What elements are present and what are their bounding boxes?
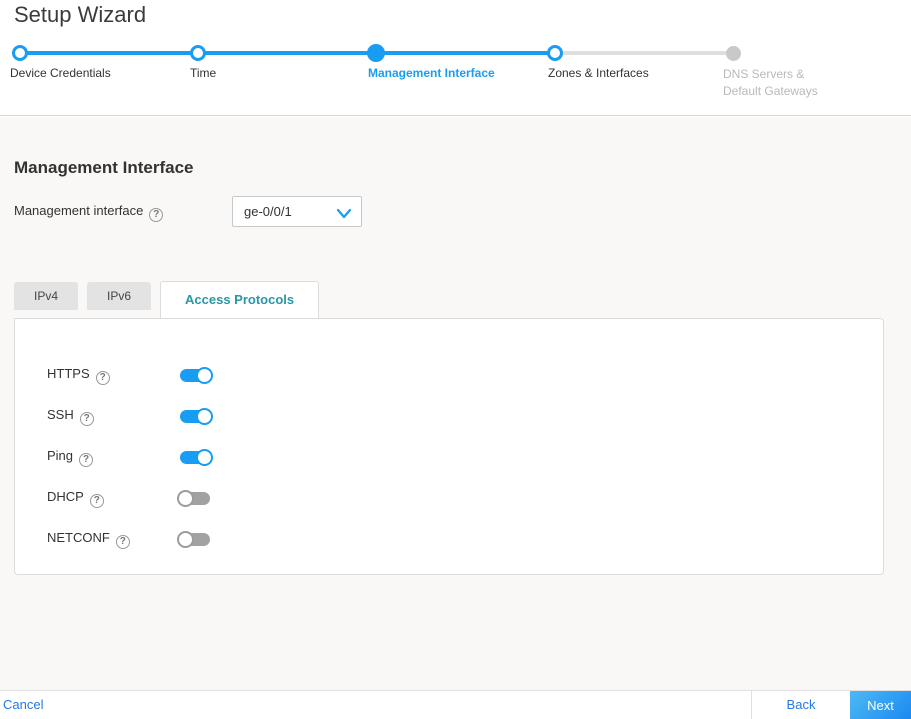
next-button[interactable]: Next: [850, 691, 911, 719]
cancel-button[interactable]: Cancel: [3, 697, 43, 712]
step-dot-management-interface[interactable]: [367, 44, 385, 62]
dhcp-toggle[interactable]: [180, 492, 210, 505]
management-interface-label-text: Management interface: [14, 203, 143, 218]
management-interface-field-label: Management interface?: [14, 203, 163, 222]
https-label-text: HTTPS: [47, 366, 90, 381]
toggle-knob: [177, 531, 194, 548]
step-dot-zones-interfaces[interactable]: [547, 45, 563, 61]
tab-ipv4[interactable]: IPv4: [14, 282, 78, 310]
help-icon[interactable]: ?: [116, 535, 130, 549]
netconf-label-text: NETCONF: [47, 530, 110, 545]
select-value: ge-0/0/1: [244, 204, 292, 219]
content-area: Management Interface Management interfac…: [0, 117, 911, 690]
help-icon[interactable]: ?: [79, 453, 93, 467]
protocol-row-dhcp: DHCP?: [47, 478, 883, 519]
section-title: Management Interface: [14, 158, 194, 178]
stepper-line-completed: [20, 51, 555, 55]
tab-access-protocols[interactable]: Access Protocols: [160, 281, 319, 318]
step-label-management-interface[interactable]: Management Interface: [368, 66, 495, 80]
toggle-knob: [196, 449, 213, 466]
ping-label-text: Ping: [47, 448, 73, 463]
protocol-row-https: HTTPS?: [47, 355, 883, 396]
step-label-dns-gateways: DNS Servers & Default Gateways: [723, 66, 843, 100]
help-icon[interactable]: ?: [96, 371, 110, 385]
step-label-zones-interfaces[interactable]: Zones & Interfaces: [548, 66, 649, 80]
wizard-header: Setup Wizard Device Credentials Time Man…: [0, 0, 911, 116]
help-icon[interactable]: ?: [80, 412, 94, 426]
protocol-label: HTTPS?: [47, 366, 180, 385]
help-icon[interactable]: ?: [149, 208, 163, 222]
step-dot-dns-gateways: [726, 46, 741, 61]
wizard-footer: Cancel Back Next: [0, 690, 911, 719]
back-button[interactable]: Back: [787, 697, 816, 712]
protocol-label: NETCONF?: [47, 530, 180, 549]
tab-bar: IPv4 IPv6 Access Protocols: [14, 281, 328, 318]
protocol-row-ping: Ping?: [47, 437, 883, 478]
access-protocols-panel: HTTPS? SSH? Ping? DHCP? NETCONF?: [14, 318, 884, 575]
ping-toggle[interactable]: [180, 451, 210, 464]
dhcp-label-text: DHCP: [47, 489, 84, 504]
protocol-row-netconf: NETCONF?: [47, 519, 883, 560]
toggle-knob: [177, 490, 194, 507]
step-label-time[interactable]: Time: [190, 66, 216, 80]
protocol-label: Ping?: [47, 448, 180, 467]
page-title: Setup Wizard: [14, 2, 146, 28]
netconf-toggle[interactable]: [180, 533, 210, 546]
protocol-label: DHCP?: [47, 489, 180, 508]
toggle-knob: [196, 367, 213, 384]
ssh-label-text: SSH: [47, 407, 74, 422]
https-toggle[interactable]: [180, 369, 210, 382]
ssh-toggle[interactable]: [180, 410, 210, 423]
management-interface-select[interactable]: ge-0/0/1: [232, 196, 362, 227]
protocol-row-ssh: SSH?: [47, 396, 883, 437]
stepper-line-remaining: [555, 51, 733, 55]
protocol-label: SSH?: [47, 407, 180, 426]
step-label-device-credentials[interactable]: Device Credentials: [10, 66, 111, 80]
toggle-knob: [196, 408, 213, 425]
setup-wizard-page: Setup Wizard Device Credentials Time Man…: [0, 0, 911, 719]
step-dot-device-credentials[interactable]: [12, 45, 28, 61]
chevron-down-icon[interactable]: [337, 206, 351, 224]
step-dot-time[interactable]: [190, 45, 206, 61]
help-icon[interactable]: ?: [90, 494, 104, 508]
back-section: Back: [751, 691, 850, 719]
tab-ipv6[interactable]: IPv6: [87, 282, 151, 310]
